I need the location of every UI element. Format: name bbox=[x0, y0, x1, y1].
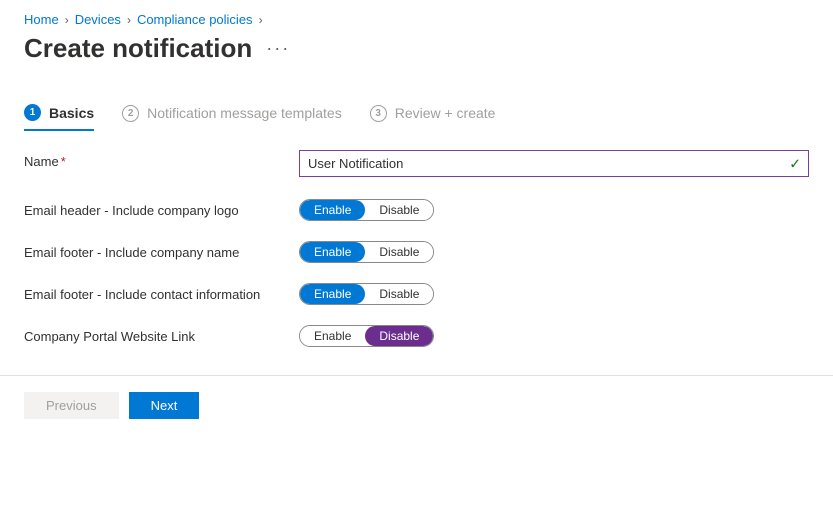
form-basics: Name* ✓ Email header - Include company l… bbox=[24, 150, 809, 347]
company-portal-link-label: Company Portal Website Link bbox=[24, 325, 299, 344]
chevron-right-icon: › bbox=[127, 13, 131, 27]
toggle-disable[interactable]: Disable bbox=[365, 326, 433, 346]
email-footer-contact-toggle[interactable]: Enable Disable bbox=[299, 283, 434, 305]
valid-check-icon: ✓ bbox=[789, 155, 801, 172]
email-footer-name-toggle[interactable]: Enable Disable bbox=[299, 241, 434, 263]
tab-notification-templates[interactable]: 2 Notification message templates bbox=[122, 105, 342, 130]
email-header-logo-label: Email header - Include company logo bbox=[24, 199, 299, 218]
breadcrumb-devices[interactable]: Devices bbox=[75, 12, 121, 27]
toggle-disable[interactable]: Disable bbox=[365, 200, 433, 220]
toggle-enable[interactable]: Enable bbox=[300, 284, 365, 304]
page-title: Create notification bbox=[24, 33, 252, 64]
email-header-logo-toggle[interactable]: Enable Disable bbox=[299, 199, 434, 221]
company-portal-link-toggle[interactable]: Enable Disable bbox=[299, 325, 434, 347]
tab-review-create[interactable]: 3 Review + create bbox=[370, 105, 496, 130]
breadcrumb-home[interactable]: Home bbox=[24, 12, 59, 27]
breadcrumb: Home › Devices › Compliance policies › bbox=[24, 12, 809, 27]
more-actions-icon[interactable]: ··· bbox=[266, 38, 290, 59]
name-label: Name* bbox=[24, 150, 299, 169]
name-input[interactable] bbox=[299, 150, 809, 177]
step-number-badge: 2 bbox=[122, 105, 139, 122]
toggle-enable[interactable]: Enable bbox=[300, 200, 365, 220]
breadcrumb-compliance-policies[interactable]: Compliance policies bbox=[137, 12, 253, 27]
next-button[interactable]: Next bbox=[129, 392, 200, 419]
email-footer-name-label: Email footer - Include company name bbox=[24, 241, 299, 260]
step-number-badge: 3 bbox=[370, 105, 387, 122]
email-footer-contact-label: Email footer - Include contact informati… bbox=[24, 283, 299, 302]
step-label: Notification message templates bbox=[147, 105, 342, 121]
chevron-right-icon: › bbox=[65, 13, 69, 27]
required-indicator: * bbox=[61, 154, 66, 169]
step-label: Review + create bbox=[395, 105, 496, 121]
step-label: Basics bbox=[49, 105, 94, 121]
wizard-footer: Previous Next bbox=[0, 376, 833, 435]
wizard-steps: 1 Basics 2 Notification message template… bbox=[24, 104, 809, 130]
step-number-badge: 1 bbox=[24, 104, 41, 121]
toggle-disable[interactable]: Disable bbox=[365, 242, 433, 262]
chevron-right-icon: › bbox=[259, 13, 263, 27]
toggle-enable[interactable]: Enable bbox=[300, 242, 365, 262]
previous-button[interactable]: Previous bbox=[24, 392, 119, 419]
tab-basics[interactable]: 1 Basics bbox=[24, 104, 94, 131]
toggle-disable[interactable]: Disable bbox=[365, 284, 433, 304]
toggle-enable[interactable]: Enable bbox=[300, 326, 365, 346]
